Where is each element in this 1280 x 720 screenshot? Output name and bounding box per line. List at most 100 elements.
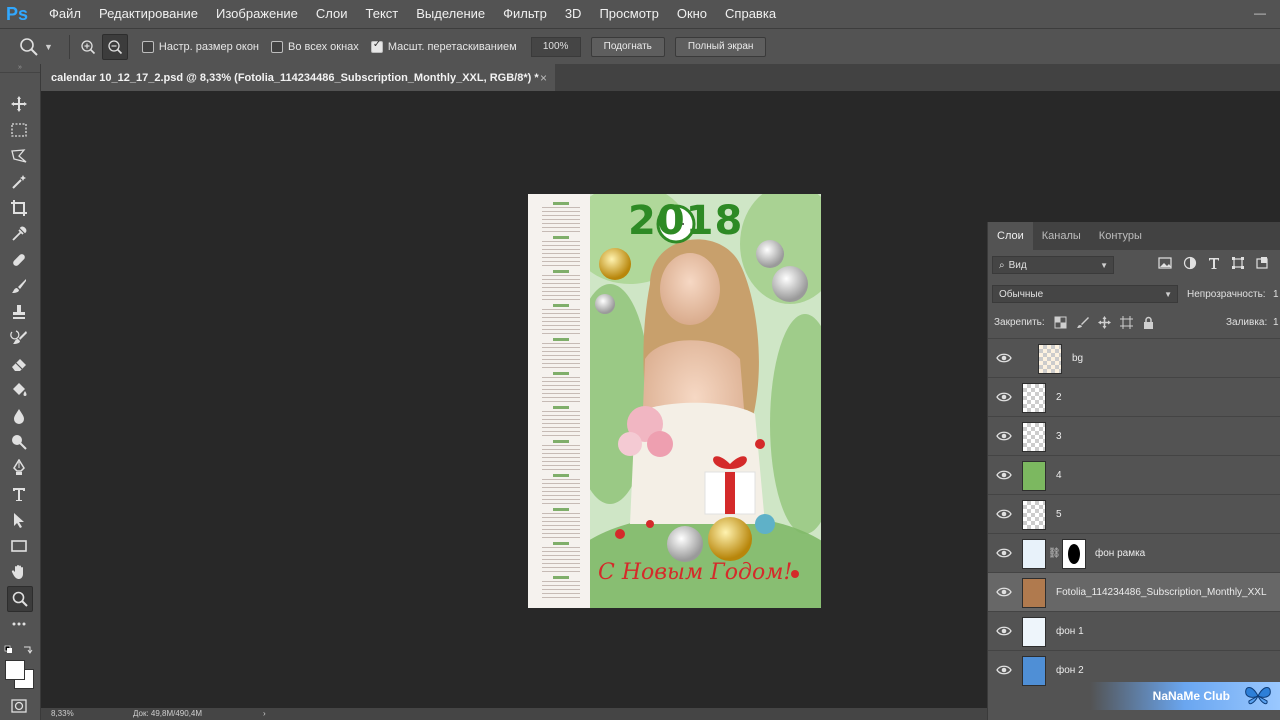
dodge-tool-icon[interactable] (7, 430, 31, 454)
menu-edit[interactable]: Редактирование (90, 0, 207, 28)
layer-row-selected[interactable]: Fotolia_114234486_Subscription_Monthly_X… (988, 572, 1280, 611)
layer-row[interactable]: ⛓ фон рамка (988, 533, 1280, 572)
resize-windows-checkbox[interactable]: Настр. размер окон (141, 40, 259, 53)
menu-file[interactable]: Файл (40, 0, 90, 28)
hand-tool-icon[interactable] (7, 560, 31, 584)
fit-screen-button[interactable]: Подогнать (590, 36, 665, 57)
eye-icon[interactable] (996, 350, 1012, 366)
menu-3d[interactable]: 3D (556, 0, 591, 28)
layer-row[interactable]: 3 (988, 416, 1280, 455)
layer-filter-dropdown[interactable]: ⌕ Вид ▼ (992, 256, 1114, 274)
quick-mask-icon[interactable] (7, 694, 31, 718)
layer-row[interactable]: 4 (988, 455, 1280, 494)
lock-pixels-icon[interactable] (1076, 316, 1089, 329)
layer-thumbnail (1038, 344, 1062, 374)
clone-stamp-tool-icon[interactable] (7, 300, 31, 324)
filter-pixel-icon[interactable] (1158, 256, 1172, 270)
menu-help[interactable]: Справка (716, 0, 785, 28)
minimize-icon[interactable]: — (1254, 7, 1266, 20)
menu-select[interactable]: Выделение (407, 0, 494, 28)
document-canvas[interactable]: 2018 С Новым Годом! (528, 194, 821, 608)
zoom-out-button[interactable] (101, 33, 128, 60)
more-tools-icon[interactable] (7, 612, 31, 636)
layer-row[interactable]: bg (988, 338, 1280, 377)
lock-artboard-icon[interactable] (1120, 315, 1133, 329)
eye-icon[interactable] (996, 545, 1012, 561)
tab-paths[interactable]: Контуры (1090, 222, 1151, 250)
lock-position-icon[interactable] (1098, 315, 1111, 329)
eyedropper-tool-icon[interactable] (7, 222, 31, 246)
filter-smart-object-icon[interactable] (1255, 256, 1269, 270)
eye-icon[interactable] (996, 467, 1012, 483)
filter-shape-icon[interactable] (1231, 256, 1245, 270)
holiday-photo-illustration (590, 194, 821, 608)
zoom-tool-icon[interactable] (7, 586, 33, 612)
type-tool-icon[interactable] (7, 482, 31, 506)
tab-layers[interactable]: Слои (988, 222, 1033, 250)
layer-row[interactable]: 2 (988, 377, 1280, 416)
eye-icon[interactable] (996, 428, 1012, 444)
checkbox-box-checked[interactable] (370, 39, 383, 53)
scrubby-zoom-checkbox[interactable]: Масшт. перетаскиванием (370, 39, 517, 53)
eye-icon[interactable] (996, 584, 1012, 600)
menu-view[interactable]: Просмотр (590, 0, 667, 28)
checkbox-box[interactable] (141, 40, 154, 53)
chevron-down-icon[interactable]: ▼ (44, 42, 53, 52)
menu-image[interactable]: Изображение (207, 0, 307, 28)
close-icon[interactable]: × (540, 71, 547, 85)
blend-mode-dropdown[interactable]: Обычные ▼ (992, 285, 1178, 303)
calendar-month (542, 474, 580, 505)
pen-tool-icon[interactable] (7, 456, 31, 480)
menu-type[interactable]: Текст (357, 0, 408, 28)
history-brush-tool-icon[interactable] (7, 326, 31, 350)
filter-adjustment-icon[interactable] (1183, 256, 1197, 270)
magic-wand-tool-icon[interactable] (7, 170, 31, 194)
layer-row[interactable]: фон 1 (988, 611, 1280, 650)
lasso-tool-icon[interactable] (7, 144, 31, 168)
status-zoom[interactable]: 8,33% (51, 708, 74, 720)
zoom-in-button[interactable] (76, 35, 100, 59)
filter-type-icon[interactable] (1207, 256, 1221, 270)
menu-filter[interactable]: Фильтр (494, 0, 556, 28)
brush-tool-icon[interactable] (7, 274, 31, 298)
eye-icon[interactable] (996, 623, 1012, 639)
checkbox-box[interactable] (271, 40, 284, 53)
path-selection-tool-icon[interactable] (7, 508, 31, 532)
color-swatches[interactable] (5, 660, 35, 689)
canvas-area[interactable]: 2018 С Новым Годом! (41, 91, 987, 708)
rectangle-tool-icon[interactable] (7, 534, 31, 558)
eye-icon[interactable] (996, 506, 1012, 522)
tab-channels[interactable]: Каналы (1033, 222, 1090, 250)
fill-value[interactable]: 1 (1273, 317, 1279, 328)
eye-icon[interactable] (996, 662, 1012, 678)
lock-all-icon[interactable] (1142, 316, 1155, 329)
paint-bucket-tool-icon[interactable] (7, 378, 31, 402)
calendar-month (542, 508, 580, 539)
zoom-tool-preset-icon[interactable] (18, 36, 40, 58)
healing-brush-tool-icon[interactable] (7, 248, 31, 272)
zoom-percent-field[interactable]: 100% (530, 36, 581, 57)
link-icon[interactable]: ⛓ (1048, 548, 1061, 559)
foreground-color-swatch[interactable] (5, 660, 25, 680)
menu-window[interactable]: Окно (668, 0, 716, 28)
calendar-month (542, 236, 580, 267)
move-tool-icon[interactable] (7, 92, 31, 116)
opacity-value[interactable]: 1 (1273, 289, 1279, 300)
status-bar: 8,33% Док: 49,8M/490,4M › (41, 708, 987, 720)
document-tab[interactable]: calendar 10_12_17_2.psd @ 8,33% (Fotolia… (41, 64, 555, 91)
default-colors-swap[interactable] (4, 642, 34, 655)
crop-tool-icon[interactable] (7, 196, 31, 220)
toolbox-grip[interactable]: » (0, 64, 40, 73)
status-chevron-icon[interactable]: › (263, 708, 266, 720)
lock-transparent-icon[interactable] (1054, 316, 1067, 329)
layer-mask-thumbnail[interactable] (1062, 539, 1086, 569)
blur-tool-icon[interactable] (7, 404, 31, 428)
marquee-tool-icon[interactable] (7, 118, 31, 142)
eraser-tool-icon[interactable] (7, 352, 31, 376)
layer-row[interactable]: 5 (988, 494, 1280, 533)
all-windows-checkbox[interactable]: Во всех окнах (271, 40, 359, 53)
fill-screen-button[interactable]: Полный экран (674, 36, 767, 57)
swap-colors-icon[interactable] (4, 645, 34, 655)
menu-layer[interactable]: Слои (307, 0, 357, 28)
eye-icon[interactable] (996, 389, 1012, 405)
